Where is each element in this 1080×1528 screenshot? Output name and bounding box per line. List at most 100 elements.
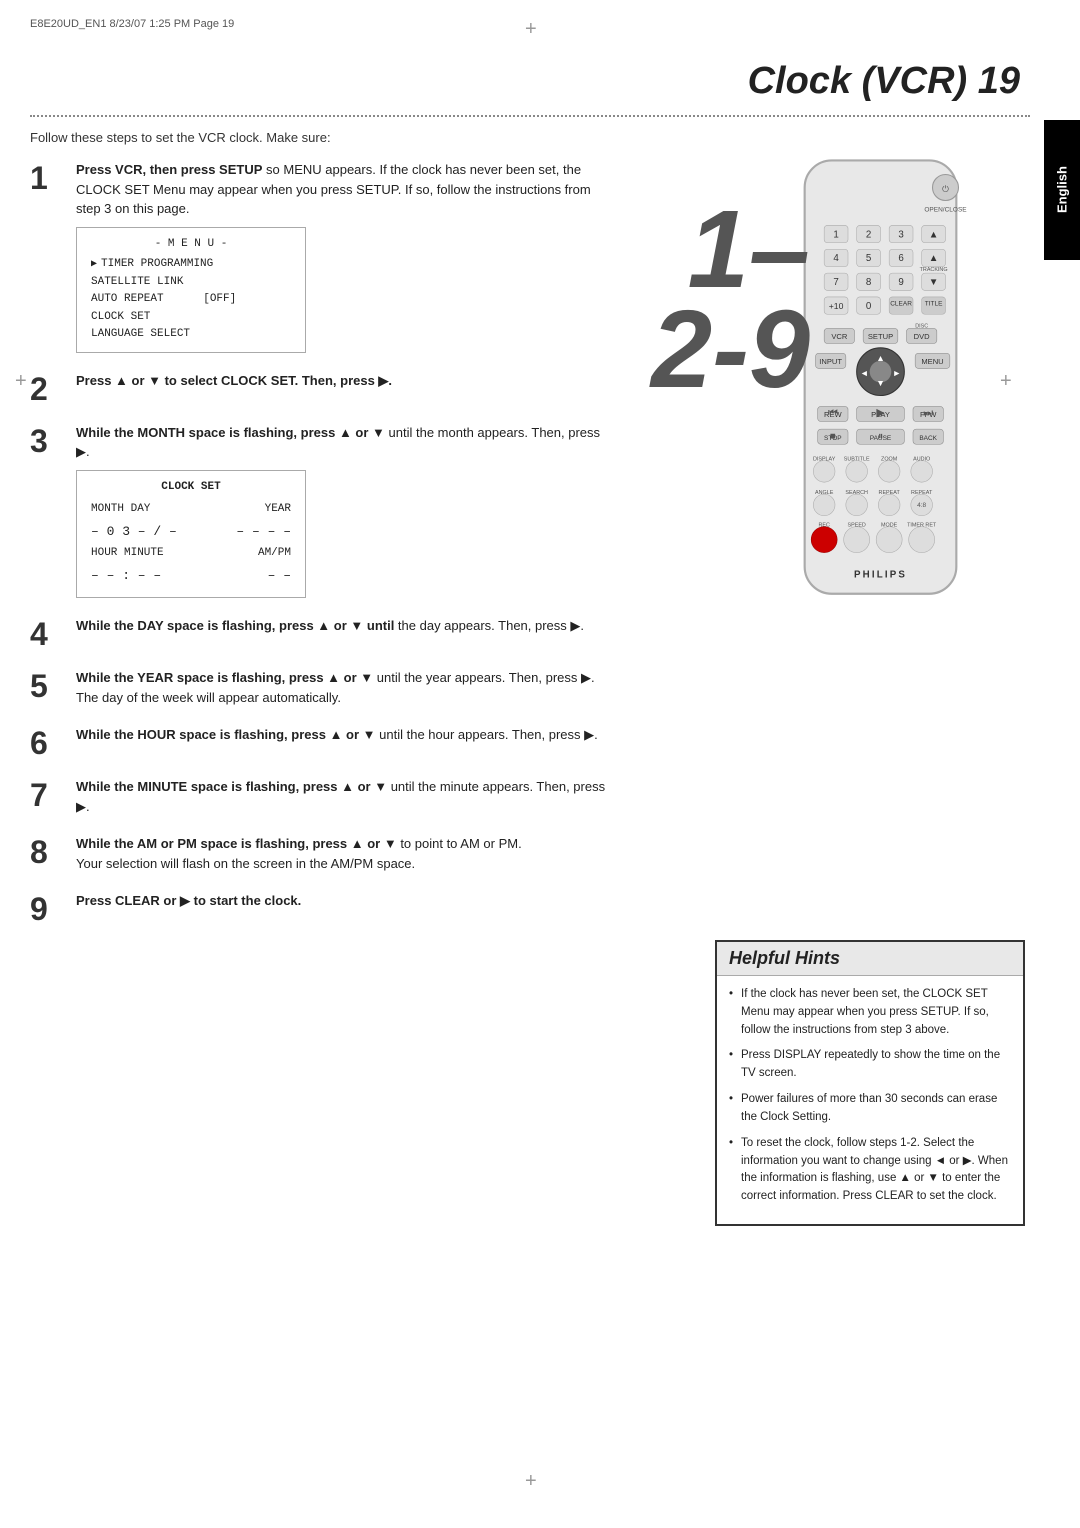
step-1-bold: Press VCR, then press SETUP xyxy=(76,162,262,177)
hint-item-4: To reset the clock, follow steps 1-2. Se… xyxy=(729,1135,1011,1206)
step-number-5: 5 xyxy=(30,670,66,702)
crosshair-left xyxy=(20,380,40,400)
svg-text:⏮: ⏮ xyxy=(827,407,837,419)
svg-text:►: ► xyxy=(892,368,901,378)
step-5-bold: While the YEAR space is flashing, press … xyxy=(76,670,373,685)
svg-text:⏸: ⏸ xyxy=(878,431,883,442)
step-6: 6 While the HOUR space is flashing, pres… xyxy=(30,725,610,759)
step-8-bold: While the AM or PM space is flashing, pr… xyxy=(76,836,397,851)
svg-text:DISC: DISC xyxy=(915,323,928,329)
step-7-content: While the MINUTE space is flashing, pres… xyxy=(76,777,610,816)
clock-row-1-values: – 0 3 – / – – – – – xyxy=(91,522,291,542)
svg-text:⏭: ⏭ xyxy=(923,407,933,419)
step-2-content: Press ▲ or ▼ to select CLOCK SET. Then, … xyxy=(76,371,610,391)
svg-text:DVD: DVD xyxy=(913,332,930,341)
svg-text:1: 1 xyxy=(833,229,838,240)
clock-month-day-value: – 0 3 – / – xyxy=(91,522,177,542)
step-4-content: While the DAY space is flashing, press ▲… xyxy=(76,616,610,636)
svg-text:◄: ◄ xyxy=(859,368,868,378)
step-2-bold: Press ▲ or ▼ to select CLOCK SET. Then, … xyxy=(76,373,392,388)
step-number-4: 4 xyxy=(30,618,66,650)
hint-item-2: Press DISPLAY repeatedly to show the tim… xyxy=(729,1047,1011,1083)
step-9-bold: Press CLEAR or ▶ to start the clock. xyxy=(76,893,301,908)
step-1: 1 Press VCR, then press SETUP so MENU ap… xyxy=(30,160,610,353)
svg-text:2: 2 xyxy=(865,229,870,240)
svg-text:OPEN/CLOSE: OPEN/CLOSE xyxy=(924,206,967,213)
svg-text:⏻: ⏻ xyxy=(942,184,949,194)
svg-text:+10: +10 xyxy=(828,301,843,311)
svg-text:INPUT: INPUT xyxy=(819,357,842,366)
step-number-9: 9 xyxy=(30,893,66,925)
svg-text:PHILIPS: PHILIPS xyxy=(853,570,906,581)
main-content: 1 Press VCR, then press SETUP so MENU ap… xyxy=(30,160,610,943)
step-9: 9 Press CLEAR or ▶ to start the clock. xyxy=(30,891,610,925)
step-7: 7 While the MINUTE space is flashing, pr… xyxy=(30,777,610,816)
step-4-bold: While the DAY space is flashing, press ▲… xyxy=(76,618,394,633)
header-left: E8E20UD_EN1 8/23/07 1:25 PM Page 19 xyxy=(30,18,234,30)
clock-box: CLOCK SET MONTH DAY YEAR – 0 3 – / – – –… xyxy=(76,470,306,599)
clock-row-2-values: – – : – – – – xyxy=(91,566,291,586)
step-8-subtext: Your selection will flash on the screen … xyxy=(76,856,415,871)
big-overlay-numbers: 1– 2-9 xyxy=(651,195,810,405)
step-8: 8 While the AM or PM space is flashing, … xyxy=(30,834,610,873)
svg-text:BACK: BACK xyxy=(919,435,937,442)
hints-list: If the clock has never been set, the CLO… xyxy=(729,986,1011,1206)
step-number-1: 1 xyxy=(30,162,66,194)
svg-text:TRACKING: TRACKING xyxy=(919,267,947,273)
svg-text:CLEAR: CLEAR xyxy=(890,301,912,308)
step-6-content: While the HOUR space is flashing, press … xyxy=(76,725,610,745)
step-number-3: 3 xyxy=(30,425,66,457)
page-title: Clock (VCR) 19 xyxy=(748,60,1020,103)
step-6-bold: While the HOUR space is flashing, press … xyxy=(76,727,376,742)
intro-text: Follow these steps to set the VCR clock.… xyxy=(30,130,331,145)
menu-item-satellite: SATELLITE LINK xyxy=(91,274,291,292)
svg-text:4: 4 xyxy=(833,253,839,264)
clock-ampm-label: AM/PM xyxy=(258,545,291,562)
svg-text:7: 7 xyxy=(833,277,838,288)
hints-box: Helpful Hints If the clock has never bee… xyxy=(715,940,1025,1226)
clock-row-2-labels: HOUR MINUTE AM/PM xyxy=(91,545,291,562)
clock-title: CLOCK SET xyxy=(91,479,291,496)
hints-title: Helpful Hints xyxy=(717,942,1023,976)
step-number-8: 8 xyxy=(30,836,66,868)
step-5: 5 While the YEAR space is flashing, pres… xyxy=(30,668,610,707)
crosshair-right xyxy=(1005,380,1025,400)
step-4: 4 While the DAY space is flashing, press… xyxy=(30,616,610,650)
menu-title: - M E N U - xyxy=(91,236,291,253)
crosshair-top xyxy=(530,28,550,48)
svg-text:0: 0 xyxy=(865,301,871,312)
english-tab: English xyxy=(1044,120,1080,260)
remote-svg: ⏻ OPEN/CLOSE 1 2 3 ▲ 4 5 6 ▲ TRACKING 7 … xyxy=(783,155,978,610)
svg-text:▲: ▲ xyxy=(876,353,885,363)
step-8-content: While the AM or PM space is flashing, pr… xyxy=(76,834,610,873)
menu-box: - M E N U - TIMER PROGRAMMING SATELLITE … xyxy=(76,227,306,353)
clock-year-value: – – – – xyxy=(236,522,291,542)
big-number-2-9: 2-9 xyxy=(651,295,810,405)
svg-text:SETUP: SETUP xyxy=(867,332,892,341)
step-3-bold: While the MONTH space is flashing, press… xyxy=(76,425,385,440)
crosshair-bottom xyxy=(530,1480,550,1500)
svg-text:9: 9 xyxy=(898,277,903,288)
svg-text:▶: ▶ xyxy=(876,407,885,419)
svg-text:▼: ▼ xyxy=(928,277,938,288)
svg-text:8: 8 xyxy=(865,277,870,288)
menu-item-auto: AUTO REPEAT [OFF] xyxy=(91,291,291,309)
svg-text:▼: ▼ xyxy=(876,378,885,388)
svg-text:4:8: 4:8 xyxy=(917,502,926,509)
clock-ampm-value: – – xyxy=(268,566,291,586)
step-3: 3 While the MONTH space is flashing, pre… xyxy=(30,423,610,599)
menu-item-clock: CLOCK SET xyxy=(91,309,291,327)
svg-text:TITLE: TITLE xyxy=(924,301,942,308)
svg-text:MENU: MENU xyxy=(921,357,943,366)
menu-item-timer: TIMER PROGRAMMING xyxy=(91,256,291,274)
hint-item-1: If the clock has never been set, the CLO… xyxy=(729,986,1011,1039)
step-3-content: While the MONTH space is flashing, press… xyxy=(76,423,610,599)
clock-month-day-label: MONTH DAY xyxy=(91,501,150,518)
dotted-divider xyxy=(30,115,1030,117)
clock-hour-min-value: – – : – – xyxy=(91,566,161,586)
hint-item-3: Power failures of more than 30 seconds c… xyxy=(729,1091,1011,1127)
clock-row-1-labels: MONTH DAY YEAR xyxy=(91,501,291,518)
step-number-6: 6 xyxy=(30,727,66,759)
step-9-content: Press CLEAR or ▶ to start the clock. xyxy=(76,891,610,911)
svg-text:▲: ▲ xyxy=(928,229,938,240)
